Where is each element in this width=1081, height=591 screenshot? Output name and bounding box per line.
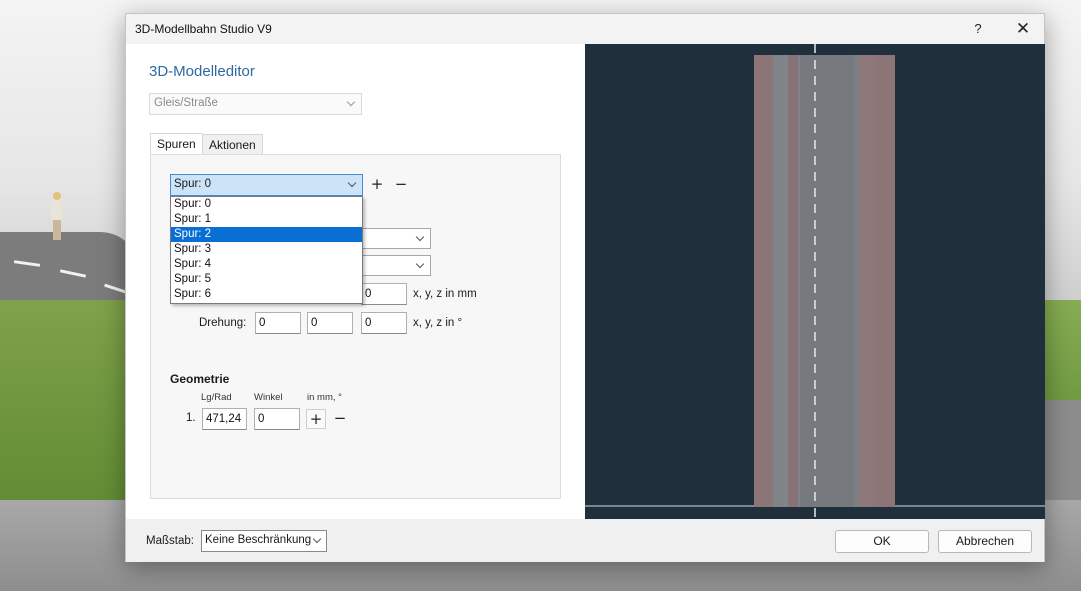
remove-geometry-button[interactable]: − xyxy=(330,409,350,429)
sidewalk-right xyxy=(876,55,895,507)
window-title: 3D-Modellbahn Studio V9 xyxy=(135,22,272,36)
editor-pane: 3D-Modelleditor Gleis/Straße Spuren Akti… xyxy=(126,44,585,519)
cycle-strip-left xyxy=(788,55,798,507)
spur-select[interactable]: Spur: 0 xyxy=(170,174,363,196)
track-preview-canvas[interactable] xyxy=(585,44,1045,519)
spur-option[interactable]: Spur: 6 xyxy=(171,287,362,302)
bottom-bar: Maßstab: Keine Beschränkung OK Abbrechen xyxy=(126,519,1044,562)
spur-option[interactable]: Spur: 2 xyxy=(171,227,362,242)
chevron-down-icon xyxy=(415,232,425,242)
spur-option[interactable]: Spur: 3 xyxy=(171,242,362,257)
chevron-down-icon xyxy=(312,534,322,544)
rotation-x-field[interactable]: 0 xyxy=(255,312,301,334)
spur-option[interactable]: Spur: 4 xyxy=(171,257,362,272)
chevron-down-icon xyxy=(346,97,356,107)
tab-spuren[interactable]: Spuren xyxy=(150,133,203,155)
cancel-button[interactable]: Abbrechen xyxy=(938,530,1032,553)
model-editor-dialog: 3D-Modellbahn Studio V9 ? ✕ 3D-Modelledi… xyxy=(125,13,1045,562)
help-button[interactable]: ? xyxy=(964,18,992,40)
sidewalk-left xyxy=(754,55,773,507)
pedestrian-figure xyxy=(48,192,66,240)
position-unit-label: x, y, z in mm xyxy=(413,288,477,300)
spur-dropdown-list: Spur: 0 Spur: 1 Spur: 2 Spur: 3 Spur: 4 Spur:… xyxy=(170,196,363,304)
position-z-field[interactable]: 0 xyxy=(361,283,407,305)
close-icon[interactable]: ✕ xyxy=(1008,18,1038,40)
lane-edge xyxy=(854,55,859,507)
road-preview-drawing xyxy=(585,44,1045,519)
geometry-unit-header: in mm, ° xyxy=(307,392,342,403)
title-bar: 3D-Modellbahn Studio V9 ? ✕ xyxy=(126,14,1044,44)
scale-label: Maßstab: xyxy=(146,535,194,547)
chevron-down-icon xyxy=(415,259,425,269)
editor-heading: 3D-Modelleditor xyxy=(149,63,255,80)
rotation-unit-label: x, y, z in ° xyxy=(413,317,463,329)
spur-select-value: Spur: 0 xyxy=(174,178,212,190)
ok-button[interactable]: OK xyxy=(835,530,929,553)
add-geometry-button[interactable]: + xyxy=(306,409,326,429)
rotation-y-field[interactable]: 0 xyxy=(307,312,353,334)
model-type-value: Gleis/Straße xyxy=(154,97,218,109)
geometry-heading: Geometrie xyxy=(170,372,230,386)
geometry-row-index: 1. xyxy=(186,412,196,424)
rotation-z-field[interactable]: 0 xyxy=(361,312,407,334)
geometry-length-header: Lg/Rad xyxy=(201,392,232,403)
tab-aktionen[interactable]: Aktionen xyxy=(202,134,263,155)
spur-profile-select[interactable] xyxy=(362,255,431,276)
rotation-label: Drehung: xyxy=(199,317,247,329)
remove-spur-button[interactable]: − xyxy=(391,175,411,195)
spur-option[interactable]: Spur: 0 xyxy=(171,197,362,212)
lane-left xyxy=(800,55,831,507)
spur-type-select[interactable] xyxy=(362,228,431,249)
add-spur-button[interactable]: + xyxy=(367,175,387,195)
spur-option[interactable]: Spur: 1 xyxy=(171,212,362,227)
chevron-down-icon xyxy=(347,178,357,188)
geometry-angle-field[interactable]: 0 xyxy=(254,408,300,430)
spur-option[interactable]: Spur: 5 xyxy=(171,272,362,287)
scale-select-value: Keine Beschränkung xyxy=(205,534,312,546)
geometry-angle-header: Winkel xyxy=(254,392,283,403)
scale-select[interactable]: Keine Beschränkung xyxy=(201,530,327,552)
geometry-length-field[interactable]: 471,24 xyxy=(202,408,247,430)
model-type-select[interactable]: Gleis/Straße xyxy=(149,93,362,115)
